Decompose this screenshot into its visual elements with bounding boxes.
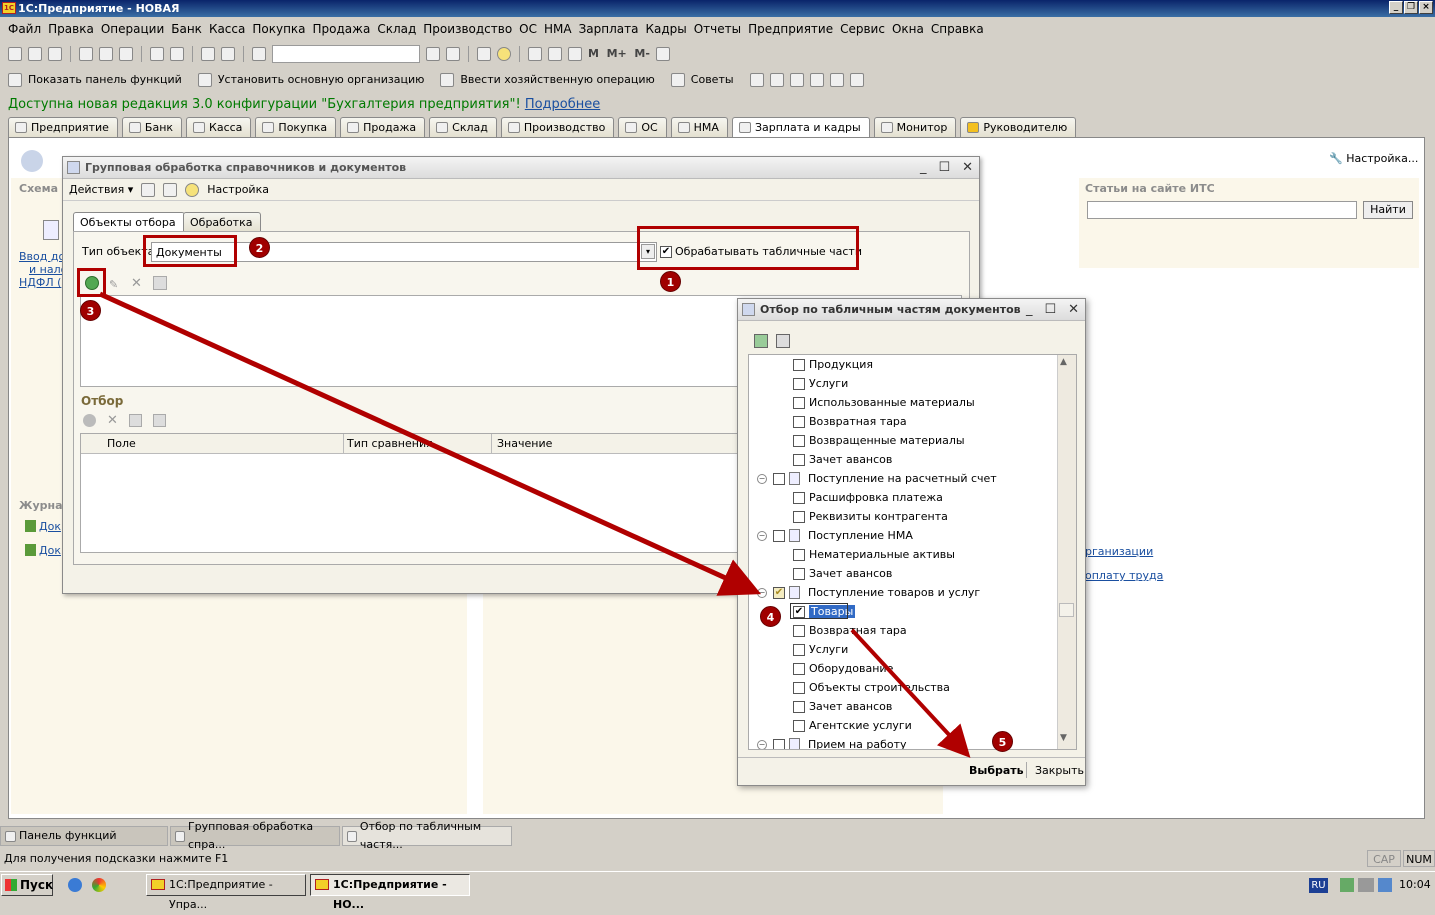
window-group-processing[interactable]: Групповая обработка спра... <box>170 820 340 851</box>
highlight-object-type <box>143 235 237 267</box>
window-functions-panel[interactable]: Панель функций <box>0 826 168 846</box>
open-windows-bar: Панель функций Групповая обработка спра.… <box>0 820 1435 851</box>
arrow-add-to-tree <box>98 291 762 596</box>
start-button[interactable]: Пуск <box>1 874 53 896</box>
cap-indicator: CAP <box>1367 850 1401 867</box>
network-icon[interactable] <box>1340 878 1354 892</box>
arrow-to-select <box>850 628 971 758</box>
badge-5: 5 <box>992 731 1013 752</box>
window-table-filter[interactable]: Отбор по табличным частя... <box>342 820 512 851</box>
num-indicator: NUM <box>1403 850 1435 867</box>
window-label: Панель функций <box>19 829 117 842</box>
connection-icon[interactable] <box>1378 878 1392 892</box>
badge-1: 1 <box>660 271 681 292</box>
app-logo-icon <box>151 879 165 890</box>
task-label: 1С:Предприятие - Упра... <box>169 878 273 911</box>
badge-2: 2 <box>249 237 270 258</box>
annotation-arrows <box>98 291 971 758</box>
windows-taskbar: Пуск 1С:Предприятие - Упра... 1С:Предпри… <box>0 871 1435 911</box>
status-bar: Для получения подсказки нажмите F1 CAP N… <box>0 850 1435 868</box>
badge-4: 4 <box>760 606 781 627</box>
chrome-icon[interactable] <box>92 878 106 892</box>
start-label: Пуск <box>20 878 54 892</box>
status-hint: Для получения подсказки нажмите F1 <box>4 852 229 865</box>
window-label: Групповая обработка спра... <box>187 820 314 851</box>
ie-icon[interactable] <box>68 878 82 892</box>
processing-icon <box>175 830 185 842</box>
app-logo-icon <box>315 879 329 890</box>
windows-logo-icon <box>5 879 17 891</box>
language-indicator[interactable]: RU <box>1309 878 1328 893</box>
processing-icon <box>347 830 357 842</box>
highlight-process-tables <box>637 226 859 270</box>
clock: 10:04 <box>1399 878 1431 891</box>
badge-3: 3 <box>80 300 101 321</box>
vm-icon[interactable] <box>1358 878 1374 892</box>
task-label: 1С:Предприятие - НО... <box>333 878 447 911</box>
taskbar-app-1[interactable]: 1С:Предприятие - Упра... <box>146 874 306 911</box>
taskbar-app-2[interactable]: 1С:Предприятие - НО... <box>310 874 470 911</box>
window-label: Отбор по табличным частя... <box>359 820 482 851</box>
highlight-add-button <box>77 268 106 297</box>
highlight-goods <box>790 603 848 619</box>
panel-icon <box>5 830 16 842</box>
